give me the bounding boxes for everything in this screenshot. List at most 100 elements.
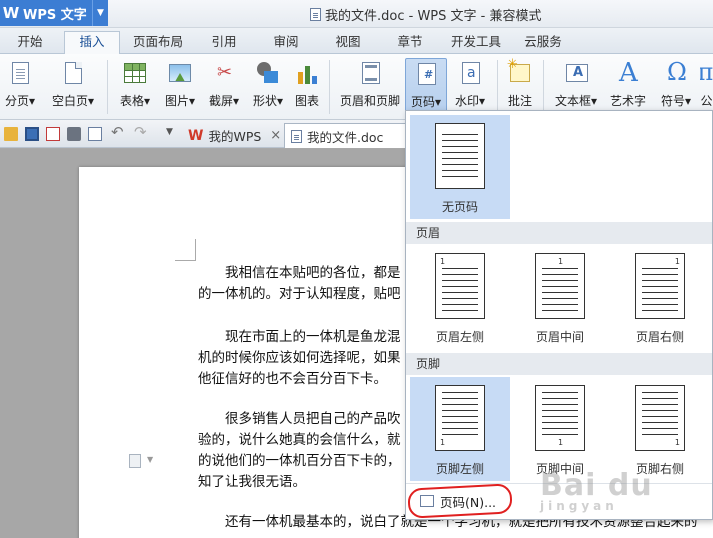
table-button[interactable]: 表格▾ (115, 58, 155, 116)
option-no-page-number[interactable]: 无页码 (410, 115, 510, 219)
chart-button[interactable]: 图表 (290, 58, 324, 116)
page-number-label: 页码 (410, 95, 435, 109)
page-number-settings-button[interactable]: 页码(N)... (407, 483, 513, 519)
close-icon[interactable]: × (270, 128, 281, 143)
option-header-left[interactable]: 1 页眉左侧 (410, 245, 510, 349)
formula-button[interactable]: π 公 (700, 58, 713, 116)
watermark-button[interactable]: 水印▾ (450, 58, 490, 116)
ribbon-divider (497, 60, 498, 114)
formula-label: 公 (700, 94, 713, 108)
page-break-label: 分页 (4, 94, 29, 108)
option-label: 页眉右侧 (635, 330, 684, 344)
comment-label: 批注 (507, 94, 532, 108)
table-icon (122, 60, 148, 88)
shape-button[interactable]: 形状▾ (248, 58, 288, 116)
doc-tab-label: 我的文件.doc (307, 129, 384, 145)
symbol-button[interactable]: Ω 符号▾ (656, 58, 696, 116)
page-thumbnail: 1 (435, 385, 485, 451)
table-label: 表格 (119, 94, 144, 108)
blank-page-label: 空白页 (51, 94, 88, 108)
window-title: 我的文件.doc - WPS 文字 - 兼容模式 (310, 5, 541, 24)
document-icon (310, 8, 321, 21)
doc-tab-my-wps[interactable]: W 我的WPS × (182, 123, 287, 148)
page-thumbnail: 1 (535, 253, 585, 319)
margin-corner-mark (175, 239, 196, 261)
textbox-icon (563, 60, 589, 88)
title-bar: W WPS 文字 ▼ 我的文件.doc - WPS 文字 - 兼容模式 (0, 0, 713, 28)
picture-button[interactable]: 图片▾ (160, 58, 200, 116)
option-footer-center[interactable]: 1 页脚中间 (510, 377, 610, 481)
tab-page-layout[interactable]: 页面布局 (128, 32, 188, 54)
doc-tab-my-file[interactable]: 我的文件.doc (284, 123, 406, 148)
print-preview-icon[interactable] (88, 127, 102, 141)
page-thumbnail (435, 123, 485, 189)
customize-dropdown-icon[interactable] (164, 127, 178, 141)
pi-icon: π (700, 58, 713, 86)
option-label: 页脚左侧 (435, 462, 484, 476)
header-footer-button[interactable]: 页眉和页脚 (336, 58, 404, 116)
textbox-button[interactable]: 文本框▾ (550, 58, 602, 116)
open-folder-icon[interactable] (4, 127, 18, 141)
page-break-icon (7, 60, 33, 88)
option-header-right[interactable]: 1 页眉右侧 (610, 245, 710, 349)
paragraph-layout-icon[interactable] (129, 454, 141, 468)
menu-tabs: 开始 插入 页面布局 引用 审阅 视图 章节 开发工具 云服务 (0, 28, 713, 55)
page-thumbnail: 1 (635, 253, 685, 319)
option-header-center[interactable]: 1 页眉中间 (510, 245, 610, 349)
page-number-icon (413, 61, 439, 89)
tab-home[interactable]: 开始 (8, 32, 52, 54)
symbol-label: 符号 (660, 94, 685, 108)
page-thumbnail: 1 (635, 385, 685, 451)
tab-view[interactable]: 视图 (326, 32, 370, 54)
blank-page-icon (60, 60, 86, 88)
blank-page-button[interactable]: 空白页▾ (48, 58, 98, 116)
wordart-button[interactable]: A 艺术字 (606, 58, 650, 116)
page-thumbnail: 1 (435, 253, 485, 319)
watermark-icon (457, 60, 483, 88)
ribbon-divider (329, 60, 330, 114)
tab-section[interactable]: 章节 (388, 32, 432, 54)
picture-icon (167, 60, 193, 88)
tab-references[interactable]: 引用 (202, 32, 246, 54)
save-icon[interactable] (25, 127, 39, 141)
option-label: 无页码 (441, 200, 478, 214)
wps-logo-icon: W (188, 127, 204, 144)
watermark-label: 水印 (454, 94, 479, 108)
picture-label: 图片 (164, 94, 189, 108)
scissors-icon (211, 60, 237, 88)
tab-developer[interactable]: 开发工具 (446, 32, 506, 54)
wordart-label: 艺术字 (609, 94, 646, 108)
header-footer-label: 页眉和页脚 (339, 94, 400, 108)
ribbon-divider (107, 60, 108, 114)
page-break-button[interactable]: 分页▾ (3, 58, 37, 116)
chevron-down-icon[interactable]: ▼ (147, 455, 153, 464)
tab-insert[interactable]: 插入 (64, 31, 120, 55)
watermark-text: Bai du (540, 468, 653, 503)
page-number-button[interactable]: 页码▾ (405, 58, 447, 116)
app-name: WPS 文字 (23, 7, 87, 23)
header-footer-icon (357, 60, 383, 88)
window-title-text: 我的文件.doc - WPS 文字 - 兼容模式 (325, 9, 542, 24)
comment-button[interactable]: 批注 (503, 57, 537, 116)
omega-icon: Ω (667, 58, 687, 86)
option-footer-right[interactable]: 1 页脚右侧 (610, 377, 710, 481)
screenshot-button[interactable]: 截屏▾ (204, 58, 244, 116)
doc-tab-label: 我的WPS (208, 129, 262, 144)
option-footer-left[interactable]: 1 页脚左侧 (410, 377, 510, 481)
app-menu-button[interactable]: W WPS 文字 ▼ (0, 0, 108, 26)
footer-section-title: 页脚 (406, 353, 712, 375)
wordart-icon: A (619, 58, 638, 88)
screenshot-label: 截屏 (208, 94, 233, 108)
tab-cloud[interactable]: 云服务 (518, 32, 568, 54)
header-section-title: 页眉 (406, 222, 712, 244)
tab-review[interactable]: 审阅 (264, 32, 308, 54)
baidu-watermark: Bai du jingyan (540, 468, 653, 513)
chevron-down-icon[interactable]: ▼ (92, 0, 108, 26)
undo-icon[interactable] (111, 123, 125, 141)
print-icon[interactable] (67, 127, 81, 141)
option-label: 页眉中间 (535, 330, 584, 344)
export-pdf-icon[interactable] (46, 127, 60, 141)
comment-icon (507, 57, 533, 88)
redo-icon[interactable] (134, 123, 148, 141)
shape-label: 形状 (252, 94, 277, 108)
